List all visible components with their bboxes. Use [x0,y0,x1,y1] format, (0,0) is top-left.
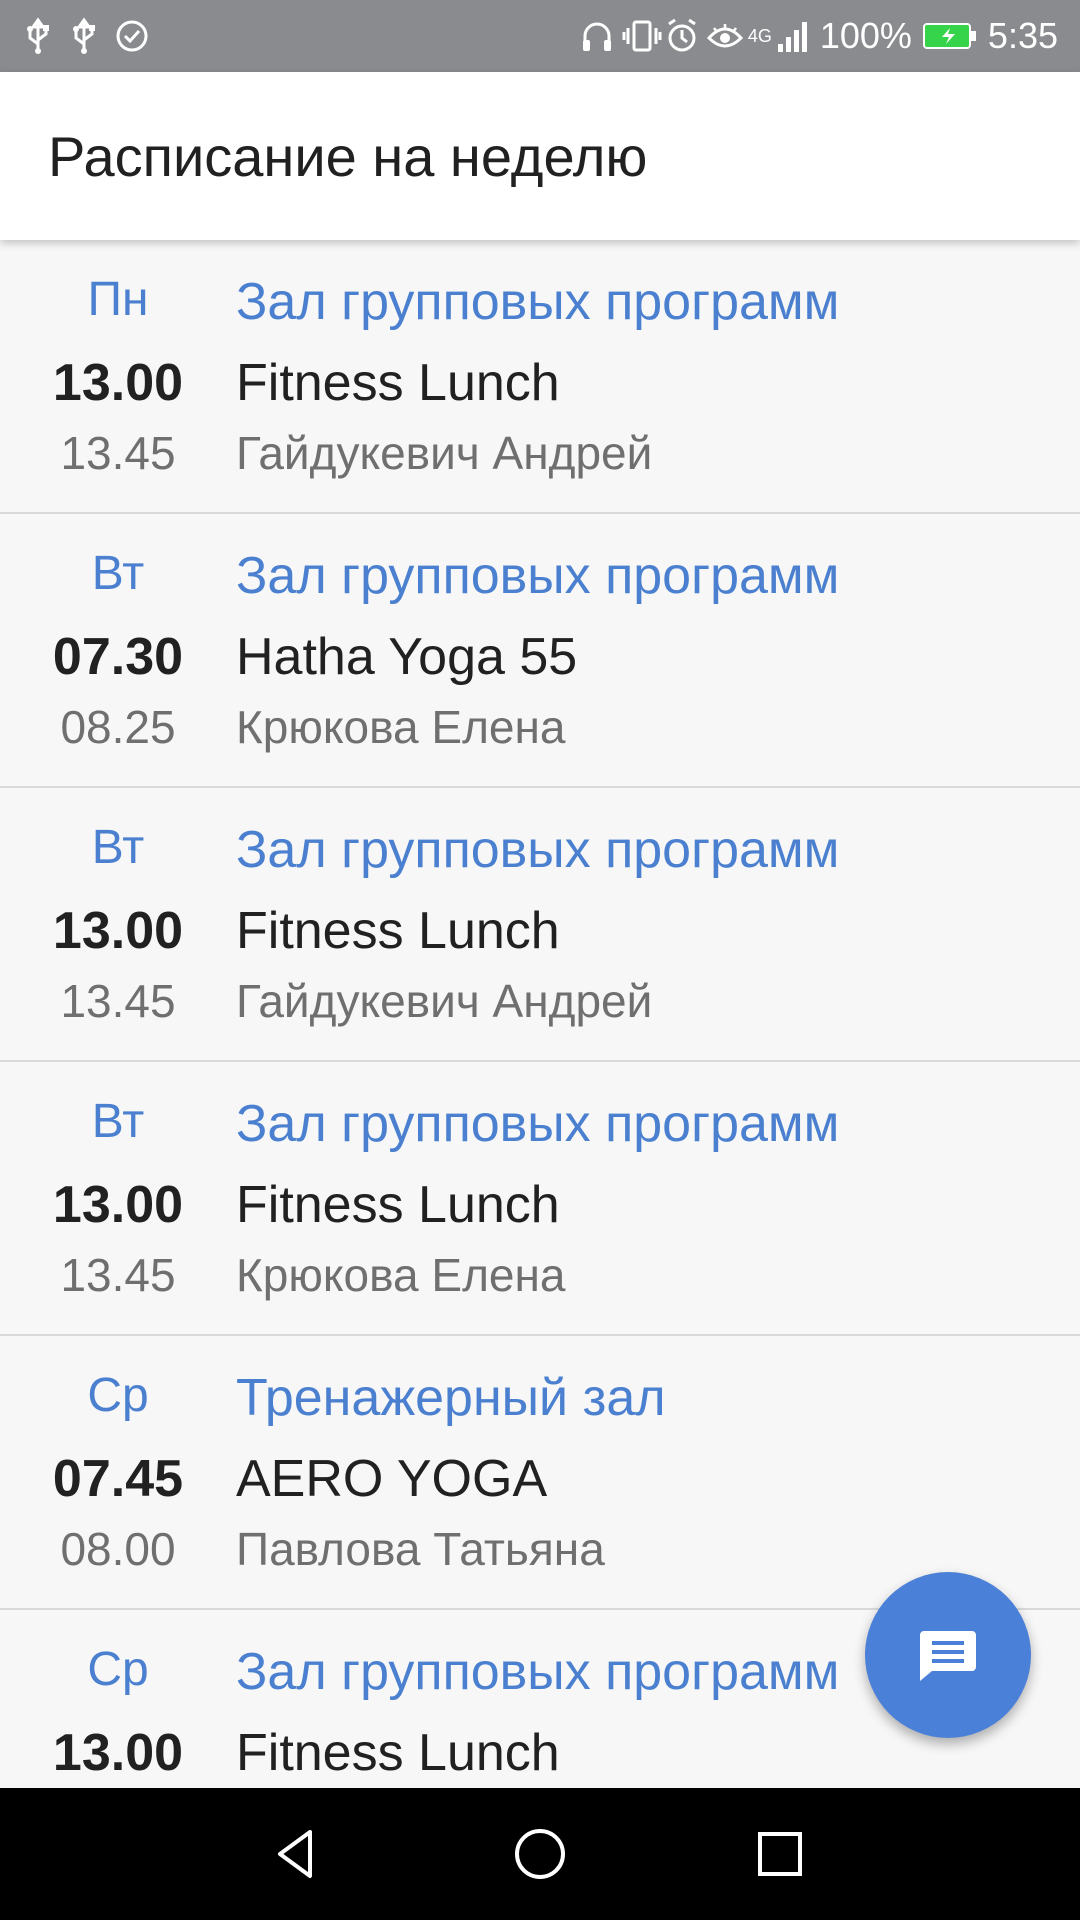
class-name: AERO YOGA [236,1450,548,1508]
app-bar: Расписание на неделю [0,72,1080,240]
clock: 5:35 [987,15,1058,56]
coach-name: Крюкова Елена [236,701,566,753]
signal-icon [776,16,810,56]
start-time: 13.00 [52,1176,184,1234]
back-icon [268,1824,328,1884]
start-time: 07.45 [52,1450,184,1508]
coach-name: Крюкова Елена [236,1249,566,1301]
recents-button[interactable] [740,1814,820,1894]
check-circle-icon [114,16,148,56]
class-name: Hatha Yoga 55 [236,628,578,686]
battery-percent: 100% [819,15,912,56]
headphones-icon [580,16,612,56]
recents-icon [750,1824,810,1884]
hall-name: Зал групповых программ [236,821,840,879]
hall-name: Тренажерный зал [236,1369,666,1427]
schedule-item[interactable]: Вт 07.30 08.25 Зал групповых программ Ha… [0,514,1080,788]
hall-name: Зал групповых программ [236,1643,840,1701]
day-label: Вт [91,1095,145,1148]
class-name: Fitness Lunch [236,1176,560,1234]
schedule-list[interactable]: Пн 13.00 13.45 Зал групповых программ Fi… [0,240,1080,1788]
class-name: Fitness Lunch [236,354,560,412]
class-name: Fitness Lunch [236,1724,560,1782]
end-time: 13.45 [60,427,176,479]
end-time: 13.45 [60,1249,176,1301]
home-icon [510,1824,570,1884]
end-time: 08.25 [60,701,176,753]
eye-icon [706,16,743,56]
day-label: Пн [87,273,149,326]
day-label: Ср [87,1369,149,1422]
page-title: Расписание на неделю [48,125,648,188]
coach-name: Павлова Татьяна [236,1523,605,1575]
coach-name: Гайдукевич Андрей [236,975,653,1027]
navigation-bar [0,1788,1080,1920]
schedule-item[interactable]: Вт 13.00 13.45 Зал групповых программ Fi… [0,1062,1080,1336]
start-time: 13.00 [52,1724,184,1782]
start-time: 13.00 [52,354,184,412]
class-name: Fitness Lunch [236,902,560,960]
start-time: 07.30 [52,628,184,686]
hall-name: Зал групповых программ [236,273,840,331]
usb-icon [22,16,54,56]
chat-icon [916,1623,980,1687]
start-time: 13.00 [52,902,184,960]
status-left-icons [22,16,148,56]
chat-fab-button[interactable] [865,1572,1031,1738]
day-label: Вт [91,821,145,874]
network-type-label: 4G [747,26,772,46]
day-label: Ср [87,1643,149,1696]
alarm-icon [664,16,696,56]
home-button[interactable] [500,1814,580,1894]
usb-icon [68,16,100,56]
back-button[interactable] [258,1814,338,1894]
end-time: 13.45 [60,975,176,1027]
day-label: Вт [91,547,145,600]
end-time: 08.00 [60,1523,176,1575]
battery-charging-icon [922,16,978,56]
status-right-icons: 4G 100% 5:35 [580,0,1058,72]
schedule-item[interactable]: Ср 07.45 08.00 Тренажерный зал AERO YOGA… [0,1336,1080,1610]
status-bar: 4G 100% 5:35 [0,0,1080,72]
vibrate-icon [622,16,662,56]
schedule-item[interactable]: Пн 13.00 13.45 Зал групповых программ Fi… [0,240,1080,514]
schedule-item[interactable]: Вт 13.00 13.45 Зал групповых программ Fi… [0,788,1080,1062]
coach-name: Гайдукевич Андрей [236,427,653,479]
hall-name: Зал групповых программ [236,547,840,605]
hall-name: Зал групповых программ [236,1095,840,1153]
